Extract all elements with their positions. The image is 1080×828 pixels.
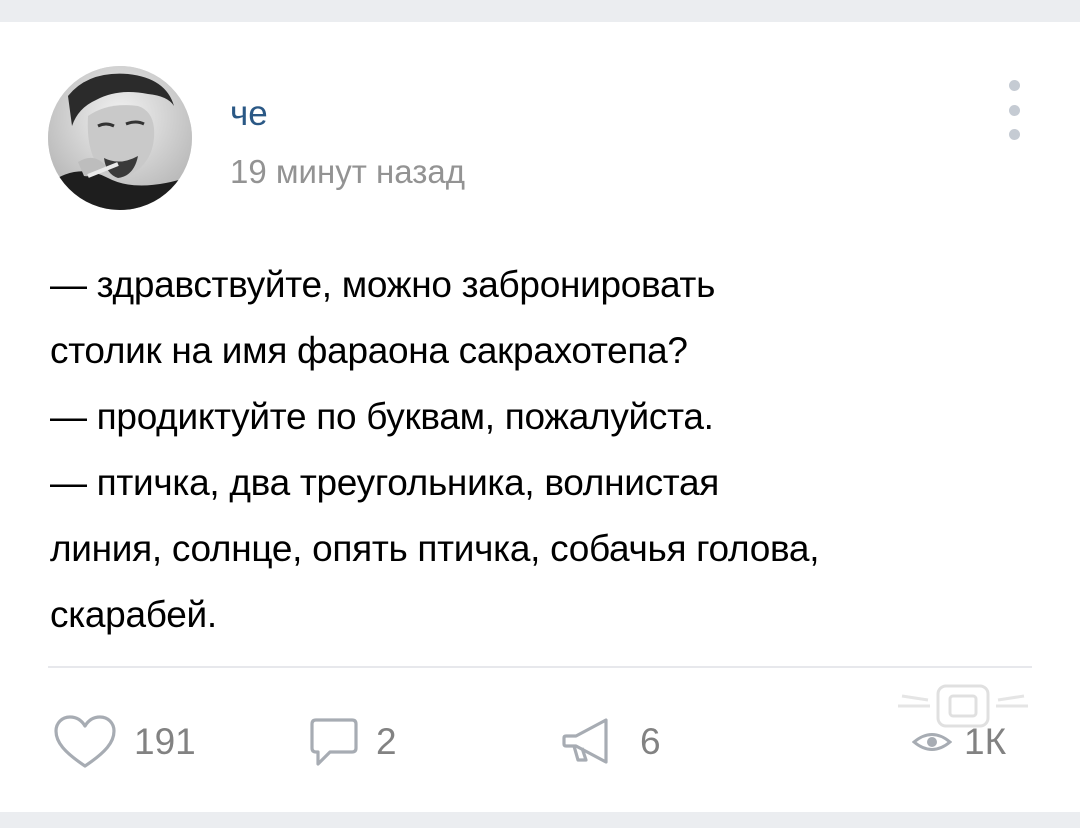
post-text-line: линия, солнце, опять птичка, собачья гол… [50, 528, 820, 569]
post-text-line: скарабей. [50, 594, 217, 635]
post-body: — здравствуйте, можно забронировать стол… [50, 252, 1040, 648]
author-name[interactable]: че [230, 94, 268, 134]
more-vertical-icon [1008, 80, 1020, 91]
comment-count: 2 [376, 721, 397, 762]
post-text-line: — продиктуйте по буквам, пожалуйста. [50, 396, 714, 437]
heart-icon [54, 715, 116, 768]
more-options-button[interactable] [996, 80, 1032, 140]
post-card: че 19 минут назад — здравствуйте, можно … [0, 22, 1080, 812]
like-button[interactable]: 191 [52, 712, 196, 772]
share-megaphone-icon [562, 718, 608, 764]
comment-icon [310, 718, 358, 766]
share-button[interactable]: 6 [560, 712, 661, 772]
more-vertical-icon-dot [1008, 129, 1020, 140]
author-avatar[interactable] [48, 66, 192, 210]
avatar-photo [48, 66, 192, 210]
like-count: 191 [134, 721, 196, 762]
watermark-logo [898, 684, 1028, 728]
share-count: 6 [640, 721, 661, 762]
more-vertical-icon-dot [1008, 104, 1020, 116]
post-text-line: столик на имя фараона сакрахотепа? [50, 330, 688, 371]
actions-divider [48, 666, 1032, 668]
post-text-line: — птичка, два треугольника, волнистая [50, 462, 720, 503]
post-text-line: — здравствуйте, можно забронировать [50, 264, 716, 305]
post-timestamp: 19 минут назад [230, 153, 465, 190]
comment-button[interactable]: 2 [308, 712, 397, 772]
